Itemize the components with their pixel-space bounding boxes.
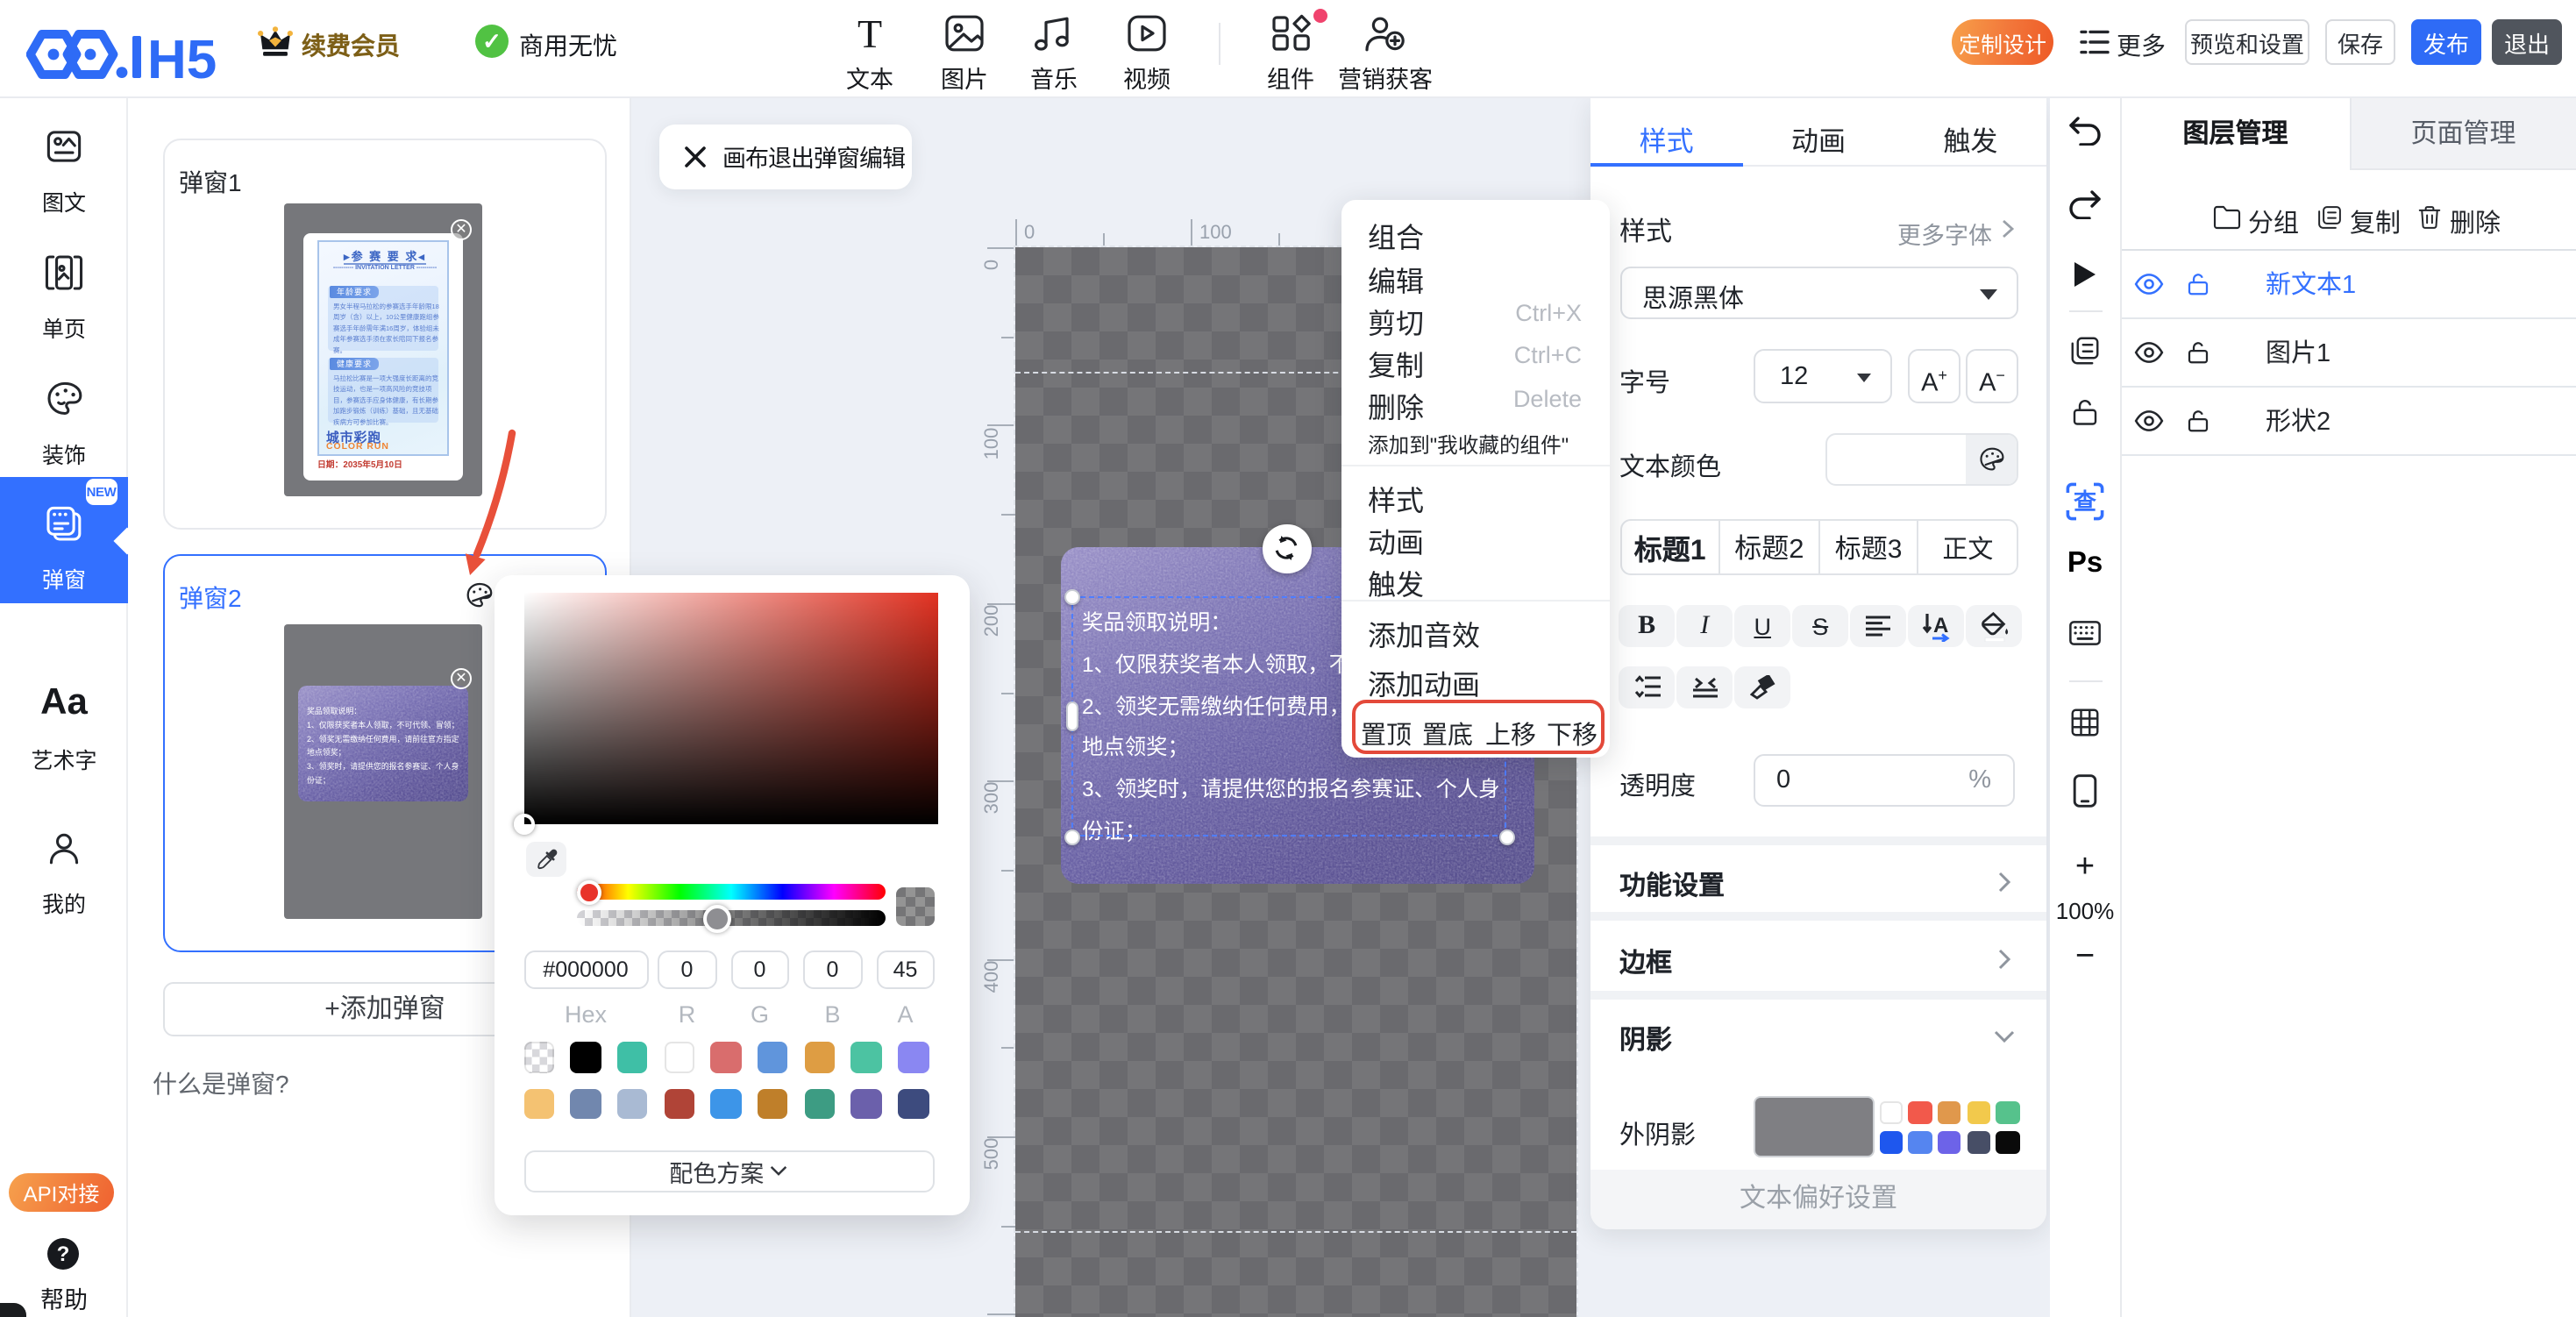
svg-text:H5: H5 [146,29,216,78]
svg-text:T: T [857,14,882,53]
svg-text:查: 查 [2074,488,2096,515]
svg-text:A: A [1932,613,1947,637]
